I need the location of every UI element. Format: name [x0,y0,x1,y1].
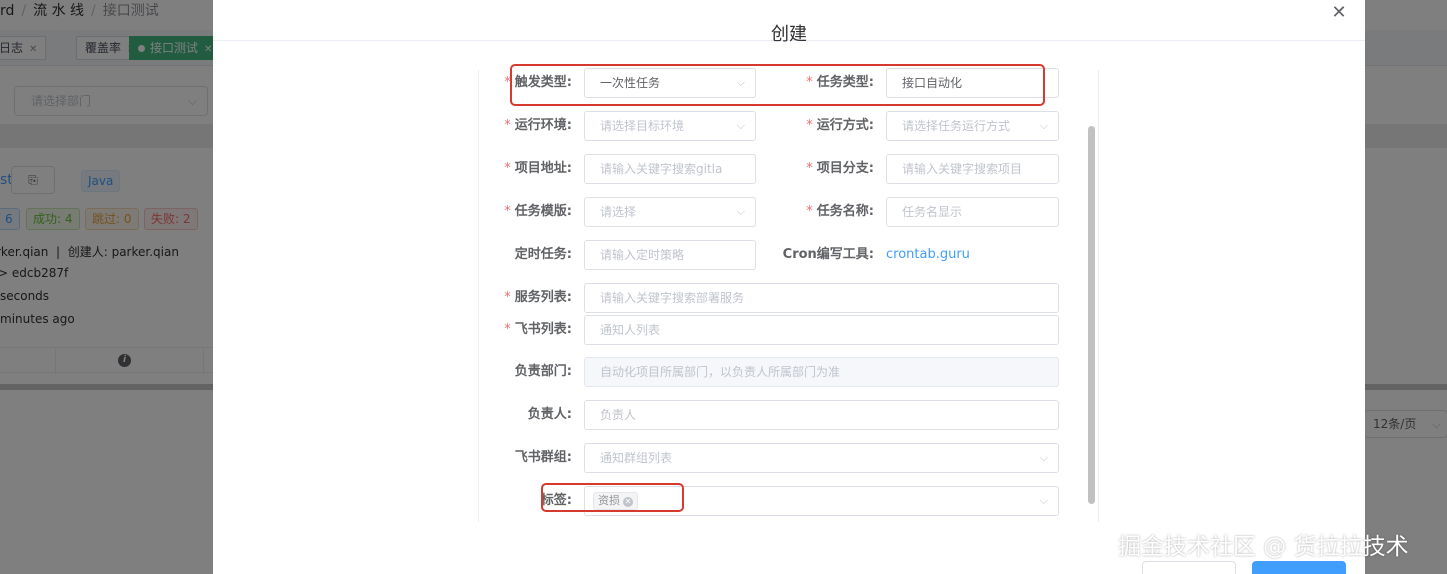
cron-label: 定时任务: [514,247,572,262]
run-mode-label: * 运行方式: [806,118,874,133]
services-placeholder: 请输入关键字搜索部署服务 [600,291,745,305]
project-branch-input[interactable]: 请输入关键字搜索项目 [886,154,1059,184]
project-branch-placeholder: 请输入关键字搜索项目 [902,162,1023,176]
watermark: 掘金技术社区 @ 货拉拉技术 [1118,534,1409,560]
crontab-guru-link[interactable]: crontab.guru [886,240,970,270]
dialog-title: 创建 [771,24,807,45]
run-mode-select[interactable]: 请选择任务运行方式 ⌵ [886,111,1059,141]
feishu-group-label: 飞书群组: [514,450,572,465]
services-label: * 服务列表: [504,290,572,305]
highlight-box [541,483,684,512]
project-branch-label: * 项目分支: [806,161,874,176]
project-url-label: * 项目地址: [504,161,572,176]
feishu-group-placeholder: 通知群组列表 [600,451,673,465]
chevron-down-icon: ⌵ [736,119,745,132]
create-dialog: 创建 ✕ * 触发类型: 一次性任务 ⌵ * 任务类型: 接口自动化 * 运行环境: 请… [213,0,1365,574]
project-url-placeholder: 请输入关键字搜索gitla [600,162,723,176]
cron-input[interactable]: 请输入定时策略 [584,240,756,270]
services-input[interactable]: 请输入关键字搜索部署服务 [584,283,1059,313]
chevron-down-icon: ⌵ [1039,494,1048,507]
feishu-group-select[interactable]: 通知群组列表 ⌵ [584,443,1059,473]
dept-input: 自动化项目所属部门，以负责人所属部门为准 [584,357,1059,387]
owner-label: 负责人: [527,407,572,422]
project-url-input[interactable]: 请输入关键字搜索gitla [584,154,756,184]
owner-input[interactable]: 负责人 [584,400,1059,430]
template-placeholder: 请选择 [600,205,637,219]
env-select[interactable]: 请选择目标环境 ⌵ [584,111,756,141]
task-name-input[interactable]: 任务名显示 [886,197,1059,227]
feishu-list-placeholder: 通知人列表 [600,323,661,337]
task-name-label: * 任务名称: [806,204,874,219]
chevron-down-icon: ⌵ [1039,451,1048,464]
template-select[interactable]: 请选择 ⌵ [584,197,756,227]
task-name-placeholder: 任务名显示 [902,205,963,219]
chevron-down-icon: ⌵ [1039,119,1048,132]
form-scrollbar[interactable] [1088,126,1095,504]
feishu-list-label: * 飞书列表: [504,322,572,337]
chevron-down-icon: ⌵ [736,205,745,218]
dept-label: 负责部门: [514,364,572,379]
owner-placeholder: 负责人 [600,408,637,422]
dialog-header: 创建 ✕ [213,0,1365,45]
highlight-box [510,64,1045,106]
cron-tool-label: Cron编写工具: [782,247,874,262]
run-mode-placeholder: 请选择任务运行方式 [902,119,1011,133]
template-label: * 任务模版: [504,204,572,219]
env-label: * 运行环境: [504,118,572,133]
confirm-button[interactable] [1252,561,1346,574]
feishu-list-input[interactable]: 通知人列表 [584,315,1059,345]
dept-placeholder: 自动化项目所属部门，以负责人所属部门为准 [600,365,841,379]
env-placeholder: 请选择目标环境 [600,119,685,133]
cron-placeholder: 请输入定时策略 [600,248,685,262]
cancel-button[interactable] [1142,561,1236,574]
close-icon[interactable]: ✕ [1328,2,1350,24]
